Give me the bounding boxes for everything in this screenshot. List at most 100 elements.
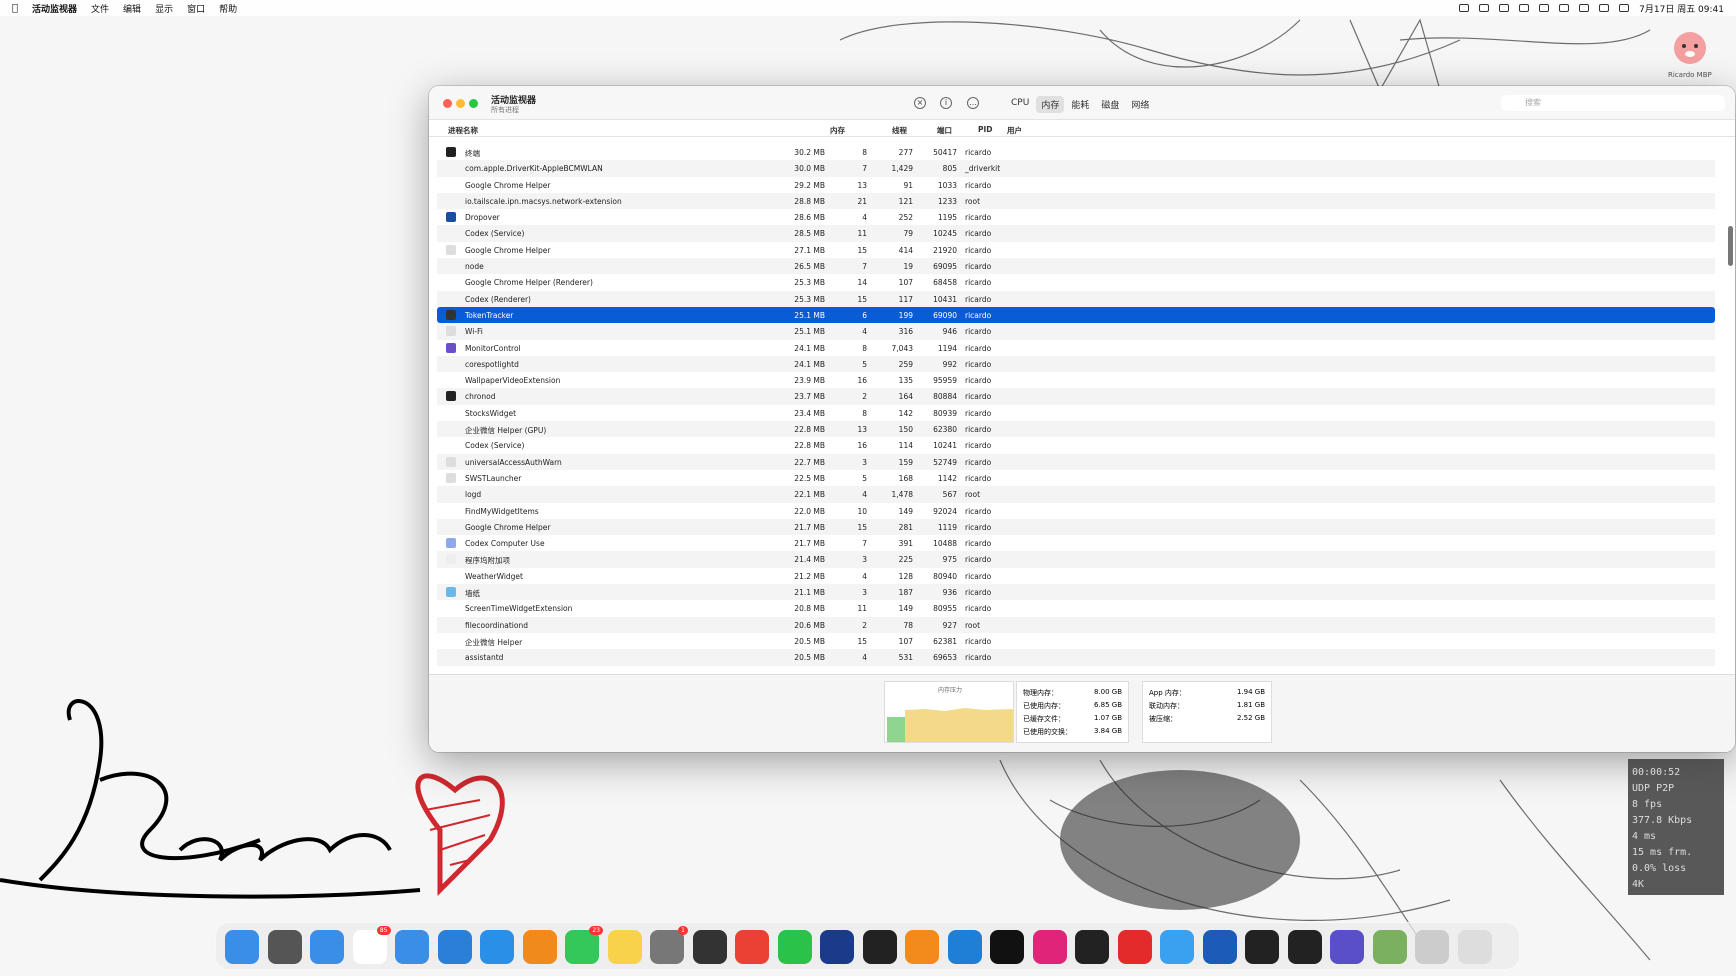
status-icon-6[interactable] <box>1559 4 1570 12</box>
fullscreen-button[interactable] <box>469 99 478 108</box>
menu-help[interactable]: 帮助 <box>219 2 237 15</box>
launchpad-icon[interactable] <box>267 930 302 964</box>
close-button[interactable] <box>443 99 452 108</box>
col-memory[interactable]: 内存 <box>830 125 845 136</box>
mail-icon[interactable] <box>395 930 429 964</box>
table-row[interactable]: WeatherWidget 21.2 MB 4 128 80940 ricardo <box>437 568 1715 584</box>
appstore-icon[interactable] <box>310 930 344 964</box>
table-row[interactable]: 程序坞附加项 21.4 MB 3 225 975 ricardo <box>437 551 1715 568</box>
table-row[interactable]: chronod 23.7 MB 2 164 80884 ricardo <box>437 388 1715 405</box>
status-icon-5[interactable] <box>1539 4 1550 12</box>
table-row[interactable]: Dropover 28.6 MB 4 252 1195 ricardo <box>437 209 1715 225</box>
stop-process-icon[interactable]: × <box>914 97 926 109</box>
control-center-icon[interactable] <box>1619 4 1630 12</box>
iphone-mirroring-icon[interactable] <box>692 930 727 964</box>
chatgpt-icon[interactable] <box>862 930 897 964</box>
sublime-icon[interactable] <box>905 930 939 964</box>
finder-icon[interactable] <box>225 930 259 964</box>
tab-memory[interactable]: 内存 <box>1036 96 1065 113</box>
table-row[interactable]: StocksWidget 23.4 MB 8 142 80939 ricardo <box>437 405 1715 421</box>
process-icon <box>446 163 456 173</box>
table-row[interactable]: Google Chrome Helper 21.7 MB 15 281 1119 rica… <box>437 518 1715 536</box>
menu-file[interactable]: 文件 <box>91 2 109 15</box>
settings-icon[interactable]: 1 <box>650 926 688 964</box>
chrome-icon[interactable] <box>735 930 769 964</box>
table-row[interactable]: node 26.5 MB 7 19 69095 ricardo <box>437 258 1715 275</box>
notification-badge: 1 <box>678 926 688 935</box>
word-icon[interactable] <box>1202 930 1237 964</box>
table-row[interactable]: 终端 30.2 MB 8 277 50417 ricardo <box>437 144 1715 160</box>
menu-app-name[interactable]: 活动监视器 <box>32 2 77 15</box>
table-row[interactable]: Codex (Service) 28.5 MB 11 79 10245 ricardo <box>437 225 1715 242</box>
table-row[interactable]: logd 22.1 MB 4 1,478 567 root <box>437 486 1715 503</box>
battery-icon[interactable] <box>1599 4 1610 12</box>
apple-menu-icon[interactable]:  <box>12 3 18 14</box>
table-row[interactable]: 墙纸 21.1 MB 3 187 936 ricardo <box>437 584 1715 601</box>
books-icon[interactable] <box>522 930 557 964</box>
info-icon[interactable]: i <box>940 97 952 109</box>
trash-icon[interactable] <box>1457 930 1492 964</box>
table-row[interactable]: Google Chrome Helper 27.1 MB 15 414 21920 ric… <box>437 242 1715 258</box>
table-row[interactable]: TokenTracker 25.1 MB 6 199 69090 ricardo <box>437 306 1715 324</box>
pycharm-icon[interactable] <box>990 930 1024 964</box>
col-ports[interactable]: 端口 <box>937 125 952 136</box>
tab-cpu[interactable]: CPU <box>1006 96 1034 113</box>
table-row[interactable]: SWSTLauncher 22.5 MB 5 168 1142 ricardo <box>437 470 1715 486</box>
wechat-icon[interactable] <box>777 930 812 964</box>
qq-icon[interactable] <box>1160 930 1194 964</box>
table-row[interactable]: FindMyWidgetItems 22.0 MB 10 149 92024 ricard… <box>437 503 1715 519</box>
table-row[interactable]: filecoordinationd 20.6 MB 2 78 927 root <box>437 616 1715 633</box>
status-icon-4[interactable] <box>1519 4 1530 12</box>
activity-monitor-icon[interactable] <box>1245 930 1279 964</box>
status-icon-2[interactable] <box>1479 4 1490 12</box>
wifi-icon[interactable] <box>1579 4 1590 12</box>
table-row[interactable]: MonitorControl 24.1 MB 8 7,043 1194 ricardo <box>437 340 1715 356</box>
table-row[interactable]: Codex Computer Use 21.7 MB 7 391 10488 ricard… <box>437 535 1715 551</box>
menu-window[interactable]: 窗口 <box>187 2 205 15</box>
minimize-button[interactable] <box>456 99 465 108</box>
codex-icon[interactable] <box>1330 930 1364 964</box>
tab-disk[interactable]: 磁盘 <box>1096 96 1124 113</box>
table-row[interactable]: Google Chrome Helper (Renderer) 25.3 MB 14… <box>437 274 1715 290</box>
table-row[interactable]: ScreenTimeWidgetExtension 20.8 MB 11 149 809… <box>437 600 1715 616</box>
col-threads[interactable]: 线程 <box>892 125 907 136</box>
table-row[interactable]: 企业微信 Helper 20.5 MB 15 107 62381 ricardo <box>437 633 1715 649</box>
table-row[interactable]: com.apple.DriverKit-AppleBCMWLAN 30.0 MB 7… <box>437 160 1715 177</box>
status-icon-1[interactable] <box>1459 4 1470 12</box>
tab-energy[interactable]: 能耗 <box>1066 96 1094 113</box>
safari-icon[interactable] <box>480 930 514 964</box>
icloud-icon[interactable] <box>437 930 472 964</box>
table-row[interactable]: WallpaperVideoExtension 23.9 MB 16 135 95959… <box>437 372 1715 388</box>
launcher-icon[interactable] <box>1075 930 1109 964</box>
table-row[interactable]: Wi-Fi 25.1 MB 4 316 946 ricardo <box>437 323 1715 340</box>
netease-music-icon[interactable] <box>1117 930 1152 964</box>
table-row[interactable]: corespotlightd 24.1 MB 5 259 992 ricardo <box>437 355 1715 373</box>
messages-icon[interactable]: 23 <box>565 926 603 964</box>
vscode-icon[interactable] <box>947 930 982 964</box>
table-row[interactable]: assistantd 20.5 MB 4 531 69653 ricardo <box>437 649 1715 666</box>
table-row[interactable]: Codex (Renderer) 25.3 MB 15 117 10431 ricardo <box>437 290 1715 307</box>
col-pid[interactable]: PID <box>978 125 993 134</box>
scrollbar[interactable] <box>1728 226 1733 266</box>
table-row[interactable]: Codex (Service) 22.8 MB 16 114 10241 ricardo <box>437 437 1715 453</box>
menu-edit[interactable]: 编辑 <box>123 2 141 15</box>
more-actions-icon[interactable]: … <box>967 97 979 109</box>
table-row[interactable]: Google Chrome Helper 29.2 MB 13 91 1033 ricar… <box>437 177 1715 193</box>
table-row[interactable]: io.tailscale.ipn.macsys.network-extensio… <box>437 192 1715 210</box>
col-user[interactable]: 用户 <box>1007 125 1022 136</box>
search-input[interactable]: 搜索 <box>1501 95 1725 111</box>
terminal-icon[interactable] <box>1287 930 1322 964</box>
status-icon-3[interactable] <box>1499 4 1510 12</box>
xcode-docs-icon[interactable] <box>820 930 854 964</box>
downloads-stack-icon[interactable] <box>1415 930 1449 964</box>
menubar-clock[interactable]: 7月17日 周五 09:41 <box>1639 2 1724 15</box>
col-process-name[interactable]: 进程名称 <box>448 125 478 136</box>
intellij-icon[interactable] <box>1032 930 1067 964</box>
reminders-icon[interactable]: 85 <box>352 926 391 964</box>
notes-icon[interactable] <box>607 930 642 964</box>
photos-stack-icon[interactable] <box>1372 930 1407 964</box>
menu-view[interactable]: 显示 <box>155 2 173 15</box>
table-row[interactable]: 企业微信 Helper (GPU) 22.8 MB 13 150 62380 ricard… <box>437 421 1715 438</box>
table-row[interactable]: universalAccessAuthWarn 22.7 MB 3 159 52749 r… <box>437 453 1715 470</box>
tab-network[interactable]: 网络 <box>1126 96 1154 113</box>
